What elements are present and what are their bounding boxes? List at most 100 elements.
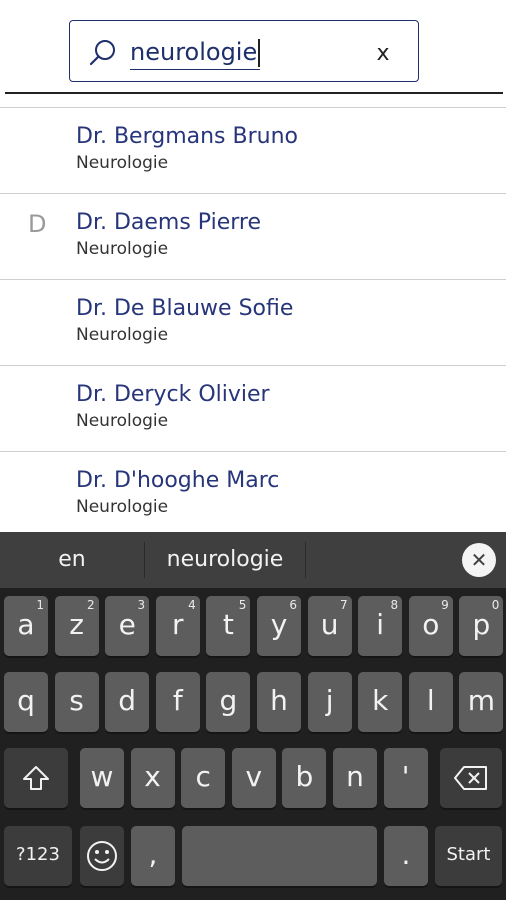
shift-icon [23,766,49,790]
key-q[interactable]: q [4,672,48,732]
key-label: m [467,684,496,717]
emoji-icon [87,841,117,871]
key-v[interactable]: v [231,748,276,808]
index-letter: D [28,210,47,238]
key-number-hint: 1 [36,598,44,612]
key-k[interactable]: k [358,672,403,732]
key-g[interactable]: g [206,672,251,732]
key-label: f [172,684,183,717]
result-row[interactable]: D Dr. Daems Pierre Neurologie [0,193,506,279]
key-s[interactable]: s [54,672,99,732]
key-x[interactable]: x [130,748,175,808]
close-suggestions-icon[interactable]: ✕ [462,543,496,577]
key-label: t [222,608,234,641]
clear-search-button[interactable]: x [368,39,398,69]
symbols-key[interactable]: ?123 [4,826,72,886]
key-number-hint: 7 [339,598,348,612]
space-key[interactable] [182,826,377,886]
key-number-hint: 2 [86,598,95,612]
key-m[interactable]: m [459,672,504,732]
key-label: q [17,684,35,717]
key-label: p [472,608,491,641]
key-o[interactable]: o9 [408,596,453,656]
doctor-specialty: Neurologie [76,497,169,517]
key-number-hint: 5 [238,598,247,612]
key-d[interactable]: d [105,672,150,732]
key-label: Start [446,844,491,865]
search-icon [89,40,115,66]
key-n[interactable]: n [333,748,377,808]
key-label: . [401,838,411,871]
doctor-name: Dr. Bergmans Bruno [76,124,298,149]
key-apostrophe[interactable]: ' [383,748,428,808]
key-label: n [346,760,364,793]
key-j[interactable]: j [307,672,352,732]
doctor-name: Dr. D'hooghe Marc [76,468,280,493]
result-row[interactable]: Dr. D'hooghe Marc Neurologie [0,451,506,537]
search-input[interactable]: neurologie x [69,20,419,82]
key-p[interactable]: p0 [459,596,504,656]
suggestion-bar: en neurologie ✕ [0,532,506,588]
key-number-hint: 9 [441,598,449,612]
key-label: h [270,684,288,717]
soft-keyboard: en neurologie ✕ a1z2e3r4t5y6u7i8o9p0qsdf… [0,532,506,900]
result-row[interactable]: Dr. Bergmans Bruno Neurologie [0,107,506,193]
key-l[interactable]: l [408,672,453,732]
key-number-hint: 0 [491,598,500,612]
emoji-key[interactable] [80,826,124,886]
header-divider [5,92,503,94]
key-u[interactable]: u7 [307,596,352,656]
key-c[interactable]: c [181,748,226,808]
key-label: ?123 [16,844,60,865]
key-number-hint: 8 [390,598,399,612]
start-key[interactable]: Start [435,826,502,886]
key-label: a [17,608,35,641]
text-caret [258,39,260,67]
key-label: k [372,684,389,717]
result-row[interactable]: Dr. De Blauwe Sofie Neurologie [0,279,506,365]
doctor-name: Dr. Deryck Olivier [76,382,270,407]
key-label: s [69,684,84,717]
search-header: neurologie x [0,0,506,107]
backspace-icon [454,766,487,790]
key-label: b [295,760,314,793]
shift-key[interactable] [4,748,68,808]
doctor-specialty: Neurologie [76,411,169,431]
result-row[interactable]: Dr. Deryck Olivier Neurologie [0,365,506,451]
key-label: c [195,760,211,793]
key-label: , [148,838,158,871]
key-f[interactable]: f [155,672,200,732]
key-label: d [118,684,137,717]
key-label: ' [401,760,410,793]
key-a[interactable]: a1 [4,596,48,656]
key-t[interactable]: t5 [206,596,251,656]
key-number-hint: 4 [188,598,196,612]
key-y[interactable]: y6 [257,596,301,656]
suggestion-en[interactable]: en [0,532,144,588]
key-label: v [245,760,263,793]
key-label: r [172,608,184,641]
key-b[interactable]: b [282,748,327,808]
backspace-key[interactable] [440,748,502,808]
key-label: g [219,684,238,717]
key-e[interactable]: e3 [105,596,150,656]
period-key[interactable]: . [384,826,428,886]
key-w[interactable]: w [80,748,124,808]
key-label: l [426,684,435,717]
search-query: neurologie [130,38,258,66]
search-query-text: neurologie [130,35,260,70]
key-label: j [325,684,334,717]
key-h[interactable]: h [257,672,301,732]
doctor-name: Dr. De Blauwe Sofie [76,296,294,321]
comma-key[interactable]: , [131,826,175,886]
key-r[interactable]: r4 [155,596,200,656]
doctor-name: Dr. Daems Pierre [76,210,261,235]
key-z[interactable]: z2 [54,596,99,656]
suggestion-neurologie[interactable]: neurologie [145,532,305,588]
key-i[interactable]: i8 [358,596,403,656]
doctor-specialty: Neurologie [76,239,169,259]
key-label: i [376,608,385,641]
doctor-specialty: Neurologie [76,325,169,345]
key-number-hint: 6 [289,598,297,612]
doctor-specialty: Neurologie [76,153,169,173]
